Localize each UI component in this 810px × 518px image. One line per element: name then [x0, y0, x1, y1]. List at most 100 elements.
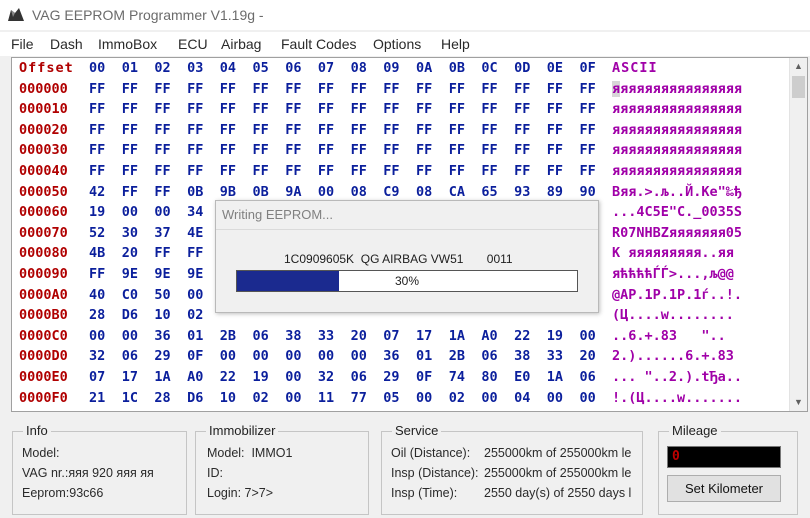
- hex-byte[interactable]: 00: [285, 346, 301, 366]
- hex-byte[interactable]: 52: [89, 223, 105, 243]
- hex-byte[interactable]: 50: [154, 285, 170, 305]
- hex-byte[interactable]: FF: [122, 99, 138, 119]
- hex-byte[interactable]: 19: [89, 202, 105, 222]
- hex-byte[interactable]: 74: [449, 367, 465, 387]
- hex-byte[interactable]: FF: [318, 79, 334, 99]
- hex-byte[interactable]: FF: [318, 99, 334, 119]
- hex-byte[interactable]: FF: [154, 182, 170, 202]
- hex-byte[interactable]: FF: [253, 140, 269, 160]
- hex-row-ascii[interactable]: яяяяяяяяяяяяяяяя: [612, 99, 742, 119]
- hex-byte[interactable]: 00: [416, 388, 432, 408]
- hex-byte[interactable]: FF: [187, 243, 203, 263]
- scroll-thumb[interactable]: [792, 76, 805, 98]
- hex-byte[interactable]: FF: [514, 79, 530, 99]
- hex-byte[interactable]: 32: [89, 346, 105, 366]
- hex-byte[interactable]: FF: [514, 120, 530, 140]
- hex-byte[interactable]: 05: [383, 388, 399, 408]
- hex-byte[interactable]: 00: [547, 388, 563, 408]
- hex-byte[interactable]: FF: [154, 99, 170, 119]
- hex-byte[interactable]: 1A: [547, 367, 563, 387]
- hex-byte[interactable]: 06: [253, 326, 269, 346]
- scroll-down-arrow-icon[interactable]: ▼: [790, 394, 807, 411]
- hex-byte[interactable]: 06: [122, 346, 138, 366]
- hex-byte[interactable]: 02: [449, 388, 465, 408]
- hex-byte[interactable]: FF: [580, 120, 596, 140]
- hex-byte[interactable]: 89: [547, 182, 563, 202]
- hex-byte[interactable]: FF: [351, 161, 367, 181]
- hex-byte[interactable]: FF: [318, 120, 334, 140]
- hex-byte[interactable]: 07: [89, 367, 105, 387]
- hex-byte[interactable]: FF: [547, 140, 563, 160]
- hex-byte[interactable]: 1A: [449, 326, 465, 346]
- hex-byte[interactable]: 65: [481, 182, 497, 202]
- menu-airbag[interactable]: Airbag: [221, 36, 261, 52]
- hex-byte[interactable]: C0: [122, 285, 138, 305]
- hex-row-ascii[interactable]: 2.)......6.+.83: [612, 346, 742, 366]
- hex-byte[interactable]: 20: [122, 243, 138, 263]
- hex-byte[interactable]: FF: [253, 161, 269, 181]
- hex-byte[interactable]: D6: [187, 388, 203, 408]
- hex-byte[interactable]: FF: [580, 99, 596, 119]
- hex-byte[interactable]: 00: [220, 346, 236, 366]
- hex-byte[interactable]: FF: [285, 120, 301, 140]
- menu-dash[interactable]: Dash: [50, 36, 83, 52]
- hex-byte[interactable]: 2B: [449, 346, 465, 366]
- hex-byte[interactable]: 38: [285, 326, 301, 346]
- hex-byte[interactable]: FF: [351, 79, 367, 99]
- hex-byte[interactable]: 11: [318, 388, 334, 408]
- hex-byte[interactable]: 38: [514, 346, 530, 366]
- hex-byte[interactable]: FF: [89, 264, 105, 284]
- hex-byte[interactable]: 22: [514, 326, 530, 346]
- hex-byte[interactable]: FF: [514, 140, 530, 160]
- hex-byte[interactable]: 9B: [220, 182, 236, 202]
- hex-byte[interactable]: FF: [481, 79, 497, 99]
- hex-byte[interactable]: 33: [547, 346, 563, 366]
- hex-byte[interactable]: FF: [383, 99, 399, 119]
- hex-byte[interactable]: FF: [449, 79, 465, 99]
- hex-byte[interactable]: 00: [318, 182, 334, 202]
- hex-byte[interactable]: FF: [318, 140, 334, 160]
- hex-byte[interactable]: 00: [89, 326, 105, 346]
- hex-byte[interactable]: FF: [351, 99, 367, 119]
- hex-row-ascii[interactable]: яяяяяяяяяяяяяяяя: [612, 79, 742, 99]
- hex-byte[interactable]: FF: [89, 140, 105, 160]
- hex-byte[interactable]: FF: [253, 99, 269, 119]
- hex-row-ascii[interactable]: яяяяяяяяяяяяяяяя: [612, 140, 742, 160]
- hex-byte[interactable]: C9: [383, 182, 399, 202]
- hex-byte[interactable]: 1C: [122, 388, 138, 408]
- hex-byte[interactable]: FF: [383, 79, 399, 99]
- hex-byte[interactable]: FF: [187, 120, 203, 140]
- set-kilometer-button[interactable]: Set Kilometer: [667, 475, 781, 502]
- hex-byte[interactable]: 33: [318, 326, 334, 346]
- hex-byte[interactable]: 00: [154, 202, 170, 222]
- hex-row-ascii[interactable]: яяяяяяяяяяяяяяяя: [612, 161, 742, 181]
- hex-row-ascii[interactable]: !.(Ц....w.......: [612, 388, 742, 408]
- hex-byte[interactable]: 9E: [122, 264, 138, 284]
- hex-byte[interactable]: 29: [383, 367, 399, 387]
- hex-byte[interactable]: 20: [351, 326, 367, 346]
- hex-byte[interactable]: FF: [220, 79, 236, 99]
- hex-byte[interactable]: FF: [416, 99, 432, 119]
- menu-options[interactable]: Options: [373, 36, 421, 52]
- hex-byte[interactable]: 00: [580, 326, 596, 346]
- hex-byte[interactable]: 0B: [187, 182, 203, 202]
- hex-byte[interactable]: 01: [416, 346, 432, 366]
- hex-byte[interactable]: 22: [220, 367, 236, 387]
- hex-byte[interactable]: FF: [122, 79, 138, 99]
- hex-row-ascii[interactable]: R07NHBZяяяяяяя05: [612, 223, 742, 243]
- menu-immobox[interactable]: ImmoBox: [98, 36, 157, 52]
- hex-byte[interactable]: FF: [383, 120, 399, 140]
- hex-byte[interactable]: FF: [187, 161, 203, 181]
- hex-byte[interactable]: 00: [580, 388, 596, 408]
- hex-byte[interactable]: 0F: [416, 367, 432, 387]
- hex-byte[interactable]: 00: [481, 388, 497, 408]
- hex-byte[interactable]: FF: [285, 99, 301, 119]
- hex-byte[interactable]: FF: [220, 99, 236, 119]
- hex-byte[interactable]: 36: [154, 326, 170, 346]
- hex-byte[interactable]: 0B: [253, 182, 269, 202]
- hex-byte[interactable]: FF: [220, 140, 236, 160]
- hex-byte[interactable]: 19: [547, 326, 563, 346]
- hex-byte[interactable]: FF: [89, 161, 105, 181]
- hex-byte[interactable]: FF: [580, 79, 596, 99]
- hex-byte[interactable]: FF: [285, 79, 301, 99]
